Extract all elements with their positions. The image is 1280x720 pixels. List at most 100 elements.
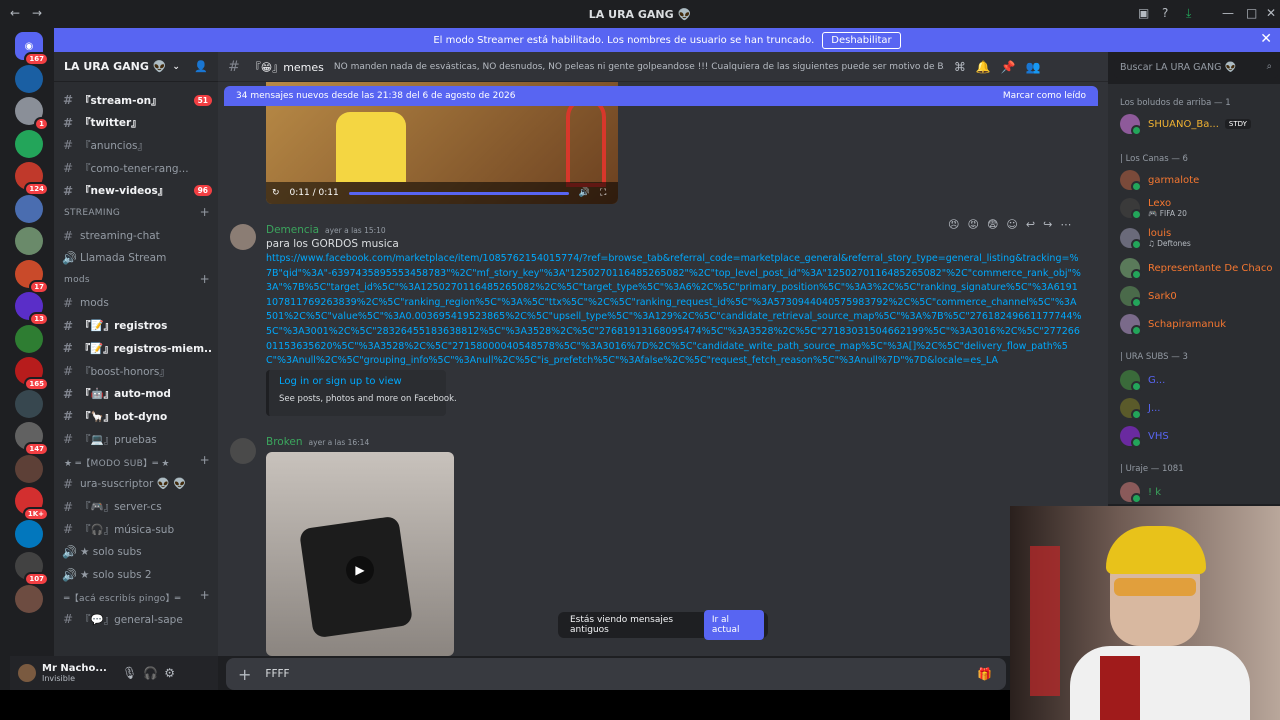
member-item[interactable]: Lexo 🎮 FIFA 20: [1120, 198, 1276, 220]
headphones-icon[interactable]: 🎧: [143, 666, 158, 680]
channel-category[interactable]: STREAMING +: [64, 205, 210, 219]
server-icon[interactable]: 1K+: [15, 487, 49, 521]
message-list[interactable]: ↻ 0:11 / 0:11 🔊 ⛶ 34 mensajes nuevos des…: [218, 82, 1108, 656]
member-item[interactable]: VHS: [1120, 426, 1276, 448]
channel-item[interactable]: # 『🎧』música-sub: [62, 519, 212, 539]
channel-item[interactable]: # 『stream-on』 51: [62, 90, 212, 110]
channel-item[interactable]: # 『new-videos』 96: [62, 181, 212, 201]
mark-read-button[interactable]: Marcar como leído: [1003, 91, 1086, 101]
play-icon[interactable]: ▶: [346, 556, 374, 584]
disable-streamer-button[interactable]: Deshabilitar: [822, 31, 901, 49]
microphone-icon[interactable]: 🎙: [122, 666, 137, 680]
channel-item[interactable]: # 『💻』pruebas: [62, 429, 212, 449]
minimize-icon[interactable]: —: [1222, 6, 1234, 20]
channel-item[interactable]: 🔊 ★ solo subs: [62, 542, 212, 562]
channel-item[interactable]: # 『🤖』auto-mod: [62, 384, 212, 404]
video-attachment[interactable]: ▶: [266, 452, 454, 656]
replay-icon[interactable]: ↻: [272, 188, 280, 198]
server-icon[interactable]: 17: [15, 259, 49, 294]
close-window-icon[interactable]: ✕: [1266, 6, 1276, 20]
member-item[interactable]: louis ♫ Deftones: [1120, 228, 1276, 250]
new-messages-bar[interactable]: 34 mensajes nuevos desde las 21:38 del 6…: [224, 86, 1098, 106]
server-icon[interactable]: 165: [15, 357, 49, 391]
message-author[interactable]: Demencia: [266, 224, 319, 236]
fullscreen-icon[interactable]: ⛶: [600, 188, 606, 198]
server-icon[interactable]: 107: [15, 552, 49, 586]
reaction-icon[interactable]: 😡: [967, 218, 978, 231]
back-icon[interactable]: ←: [10, 6, 20, 20]
jump-to-present-button[interactable]: Ir al actual: [703, 610, 764, 640]
avatar[interactable]: [230, 224, 256, 250]
threads-icon[interactable]: ⌘: [954, 60, 966, 74]
message-composer[interactable]: + FFFF 🎁: [226, 658, 1006, 690]
forward-icon[interactable]: ↪: [1043, 218, 1052, 231]
channel-item[interactable]: 🔊 Llamada Stream: [62, 248, 212, 268]
channel-item[interactable]: # 『🦙』bot-dyno: [62, 406, 212, 426]
more-icon[interactable]: ⋯: [1060, 218, 1071, 231]
channel-item[interactable]: # 『twitter』: [62, 113, 212, 133]
download-icon[interactable]: ⤓: [1186, 6, 1191, 21]
member-item[interactable]: SHUANO_Ba... STDY: [1120, 114, 1276, 136]
avatar[interactable]: [18, 664, 36, 682]
server-icon[interactable]: [15, 389, 43, 418]
volume-icon[interactable]: 🔊: [579, 188, 590, 198]
gear-icon[interactable]: ⚙: [164, 666, 175, 680]
server-icon[interactable]: 13: [15, 292, 49, 326]
member-item[interactable]: Sark0: [1120, 286, 1276, 308]
gift-icon[interactable]: 🎁: [977, 667, 992, 681]
member-item[interactable]: ! k: [1120, 482, 1276, 504]
help-icon[interactable]: ?: [1162, 6, 1168, 20]
add-channel-icon[interactable]: +: [200, 453, 210, 467]
channel-topic[interactable]: NO manden nada de esvásticas, NO desnudo…: [334, 62, 944, 72]
channel-category[interactable]: ★ ═【MODO SUB】═ ★ +: [64, 453, 210, 469]
channel-item[interactable]: # 『💬』general-sape: [62, 609, 212, 629]
server-icon[interactable]: ◉ 167: [15, 32, 49, 66]
video-progress[interactable]: [348, 191, 569, 195]
members-icon[interactable]: 👥: [1026, 60, 1041, 74]
reply-icon[interactable]: ↩: [1026, 218, 1035, 231]
member-item[interactable]: J...: [1120, 398, 1276, 420]
server-icon[interactable]: [15, 584, 43, 613]
server-icon[interactable]: [15, 194, 43, 223]
embed-title[interactable]: Log in or sign up to view: [279, 376, 436, 387]
forward-icon[interactable]: →: [32, 6, 42, 20]
channel-item[interactable]: # streaming-chat: [62, 226, 212, 246]
server-header[interactable]: LA URA GANG 👽 ⌄ 👤: [54, 52, 218, 82]
channel-item[interactable]: 🔊 ★ solo subs 2: [62, 565, 212, 585]
server-icon[interactable]: 124: [15, 162, 49, 196]
maximize-icon[interactable]: □: [1246, 6, 1257, 20]
inbox-icon[interactable]: ▣: [1138, 6, 1149, 20]
add-channel-icon[interactable]: +: [200, 272, 210, 286]
channel-item[interactable]: # 『boost-honors』: [62, 361, 212, 381]
channel-category[interactable]: mods +: [64, 272, 210, 286]
channel-category[interactable]: ═【acá escribís pingo】═ +: [64, 588, 210, 604]
reaction-icon[interactable]: 😠: [948, 218, 959, 231]
server-icon[interactable]: [15, 519, 43, 548]
server-icon[interactable]: 1: [15, 97, 49, 131]
member-item[interactable]: Schapiramanuk: [1120, 314, 1276, 336]
server-icon[interactable]: [15, 227, 43, 255]
search-input[interactable]: Buscar LA URA GANG 👽 ⌕: [1114, 58, 1278, 78]
channel-item[interactable]: # 『📝』registros-miem...: [62, 338, 212, 358]
server-icon[interactable]: [15, 324, 43, 353]
avatar[interactable]: [230, 438, 256, 464]
member-item[interactable]: G...: [1120, 370, 1276, 392]
server-icon[interactable]: [15, 64, 43, 93]
member-item[interactable]: garmalote: [1120, 170, 1276, 192]
server-icon[interactable]: [15, 454, 43, 483]
add-channel-icon[interactable]: +: [200, 588, 210, 602]
member-item[interactable]: Representante De Chaco: [1120, 258, 1276, 280]
reaction-icon[interactable]: 😨: [987, 218, 998, 231]
bell-icon[interactable]: 🔔: [976, 60, 991, 74]
pin-icon[interactable]: 📌: [1001, 60, 1016, 74]
channel-item[interactable]: # ura-suscriptor 👽 👽: [62, 474, 212, 494]
channel-item[interactable]: # 『anuncios』: [62, 135, 212, 155]
add-attachment-icon[interactable]: +: [238, 665, 251, 684]
add-channel-icon[interactable]: +: [200, 205, 210, 219]
add-member-icon[interactable]: 👤: [194, 60, 208, 73]
channel-item[interactable]: # mods: [62, 293, 212, 313]
close-banner-icon[interactable]: ✕: [1260, 31, 1272, 47]
message-input[interactable]: FFFF: [265, 668, 289, 680]
message-link[interactable]: https://www.facebook.com/marketplace/ite…: [266, 252, 1082, 366]
channel-item[interactable]: # 『🎮』server-cs: [62, 497, 212, 517]
